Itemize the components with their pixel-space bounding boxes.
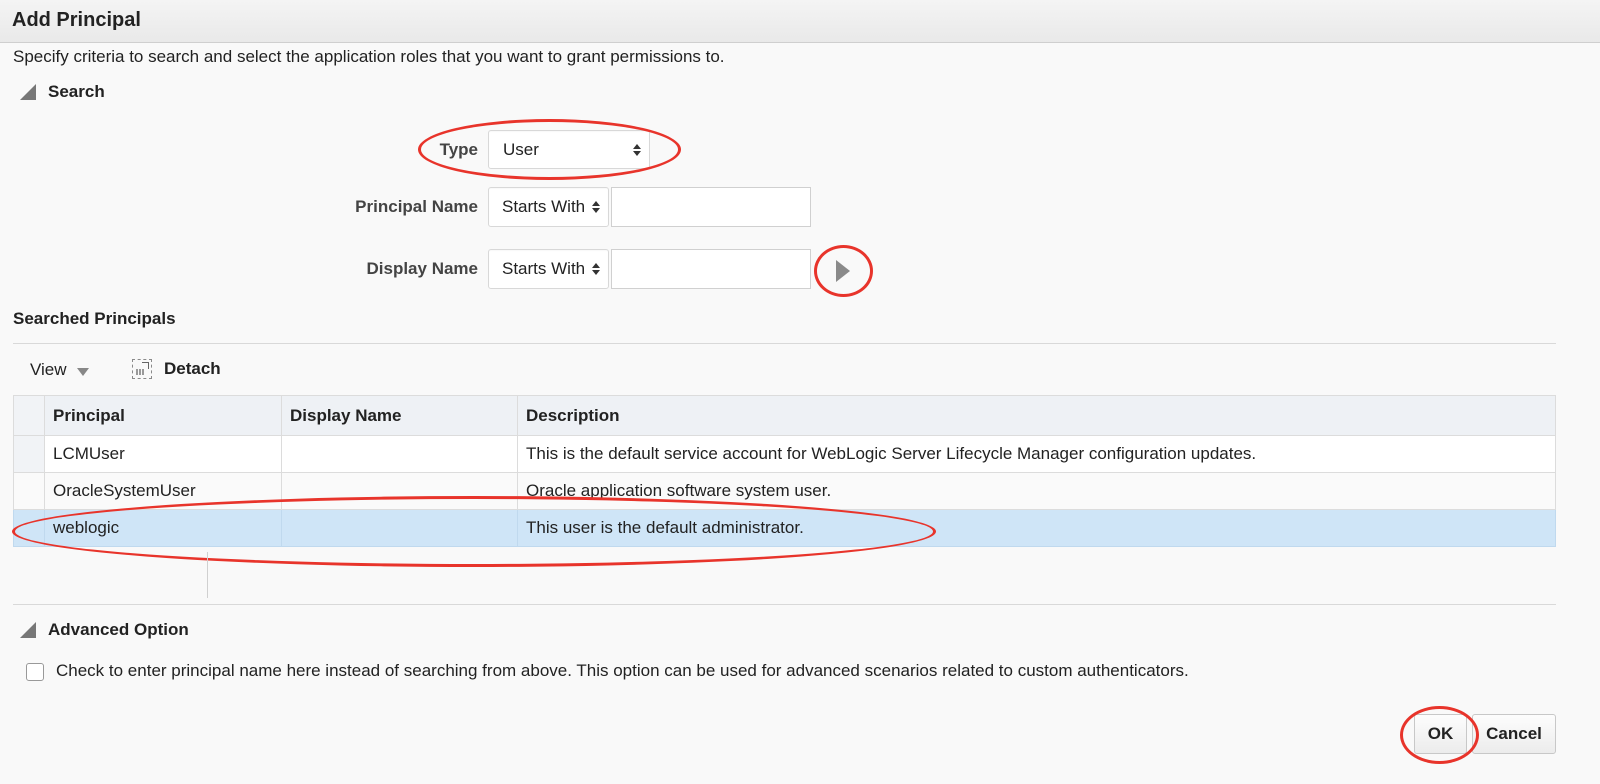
cell-description: This is the default service account for … [517, 435, 1556, 473]
view-menu[interactable]: View [30, 360, 89, 380]
type-select-value: User [503, 139, 539, 159]
advanced-option-label: Check to enter principal name here inste… [56, 661, 1189, 680]
principal-name-operator-select[interactable]: Starts With [488, 187, 609, 227]
display-name-operator-select[interactable]: Starts With [488, 249, 609, 289]
play-arrow-icon [836, 260, 850, 282]
type-label: Type [439, 140, 478, 159]
collapse-triangle-icon [20, 622, 36, 638]
column-header-principal[interactable]: Principal [44, 395, 282, 436]
cell-display-name [281, 472, 518, 510]
table-row[interactable]: LCMUser This is the default service acco… [13, 435, 1556, 473]
cell-principal: weblogic [44, 509, 282, 547]
search-section-toggle[interactable]: Search [20, 82, 105, 102]
collapse-triangle-icon [20, 84, 36, 100]
principal-name-operator-value: Starts With [502, 197, 586, 216]
table-row[interactable]: OracleSystemUser Oracle application soft… [13, 472, 1556, 510]
searched-principals-heading: Searched Principals [13, 309, 176, 329]
select-arrows-icon [592, 263, 600, 275]
cell-display-name [281, 435, 518, 473]
cancel-button[interactable]: Cancel [1472, 714, 1556, 754]
divider [13, 604, 1556, 605]
column-resize-handle[interactable] [207, 552, 208, 598]
principal-name-input[interactable] [611, 187, 811, 227]
advanced-section-label: Advanced Option [48, 620, 189, 639]
column-header-description[interactable]: Description [517, 395, 1556, 436]
cell-description: Oracle application software system user. [517, 472, 1556, 510]
select-arrows-icon [633, 143, 641, 156]
detach-button[interactable]: Detach [132, 359, 221, 379]
display-name-operator-value: Starts With [502, 259, 586, 278]
dialog-titlebar: Add Principal [0, 0, 1600, 43]
cell-principal: OracleSystemUser [44, 472, 282, 510]
searched-principals-label: Searched Principals [13, 309, 176, 328]
cell-display-name [281, 509, 518, 547]
view-menu-label: View [30, 360, 67, 379]
table-row-selected[interactable]: weblogic This user is the default admini… [13, 509, 1556, 547]
search-go-button[interactable] [832, 259, 854, 283]
principal-name-label: Principal Name [355, 197, 478, 216]
row-selector[interactable] [13, 472, 45, 510]
row-selector-header [13, 395, 45, 436]
row-selector[interactable] [13, 435, 45, 473]
dialog-title: Add Principal [12, 9, 141, 31]
table-header-row: Principal Display Name Description [13, 395, 1556, 436]
ok-button[interactable]: OK [1414, 714, 1467, 754]
column-header-display-name[interactable]: Display Name [281, 395, 518, 436]
type-select[interactable]: User [488, 130, 650, 169]
cell-principal: LCMUser [44, 435, 282, 473]
display-name-input[interactable] [611, 249, 811, 289]
detach-label: Detach [164, 359, 221, 378]
search-section-label: Search [48, 82, 105, 101]
detach-icon [132, 359, 152, 379]
dialog-instructions: Specify criteria to search and select th… [13, 47, 725, 66]
display-name-label: Display Name [366, 259, 479, 278]
caret-down-icon [76, 367, 89, 376]
advanced-section-toggle[interactable]: Advanced Option [20, 620, 189, 640]
advanced-option-checkbox[interactable] [26, 663, 44, 681]
cell-description: This user is the default administrator. [517, 509, 1556, 547]
select-arrows-icon [592, 201, 600, 213]
row-selector[interactable] [13, 509, 45, 547]
principals-table: Principal Display Name Description LCMUs… [13, 395, 1556, 547]
divider [13, 343, 1556, 344]
